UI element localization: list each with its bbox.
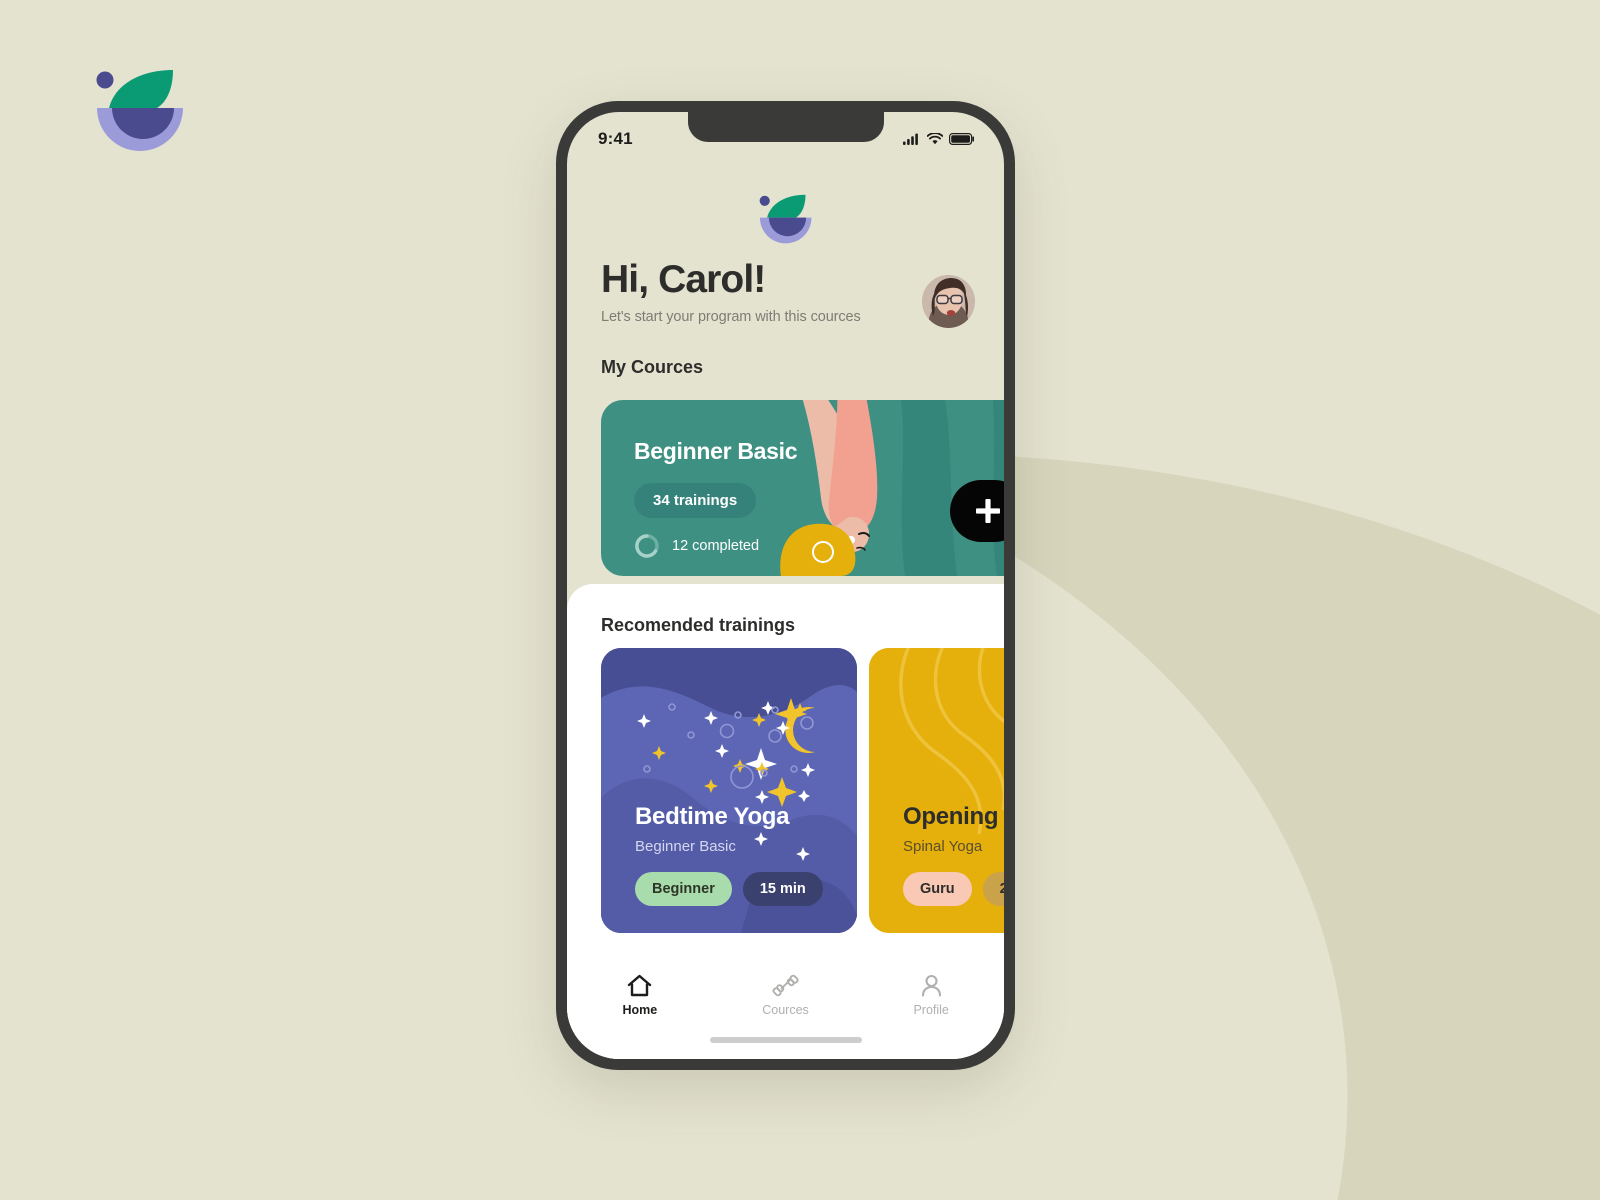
training-card-title: Bedtime Yoga <box>635 803 790 830</box>
add-course-button[interactable] <box>950 480 1004 542</box>
brand-logo <box>93 62 188 152</box>
nav-item-cources[interactable]: Cources <box>713 973 859 1017</box>
person-icon <box>921 974 941 997</box>
nav-item-profile[interactable]: Profile <box>858 973 1004 1017</box>
recommended-cards-row: Bedtime Yoga Beginner Basic Beginner 15 … <box>601 648 1004 933</box>
course-trainings-badge: 34 trainings <box>634 483 757 518</box>
phone-frame: 9:41 Hi, Carol! Let's start your program… <box>556 101 1015 1070</box>
training-level-badge: Guru <box>903 872 972 906</box>
course-card-beginner-basic[interactable]: Beginner Basic 34 trainings 12 completed <box>601 400 1004 576</box>
dumbbell-icon <box>772 974 799 997</box>
training-card-title: Opening <box>903 803 999 830</box>
nav-label-cources: Cources <box>762 1003 809 1017</box>
training-card-opening[interactable]: Opening Spinal Yoga Guru 25 <box>869 648 1004 933</box>
training-card-pills: Beginner 15 min <box>635 872 823 906</box>
status-bar: 9:41 <box>567 112 1004 158</box>
cellular-signal-icon <box>903 133 918 145</box>
plus-icon <box>976 499 1000 523</box>
training-card-subtitle: Spinal Yoga <box>903 838 983 855</box>
progress-ring-icon <box>635 534 659 558</box>
training-card-subtitle: Beginner Basic <box>635 838 736 855</box>
course-progress-row: 12 completed <box>634 533 759 559</box>
leaf-logo-icon <box>96 70 183 151</box>
nav-label-profile: Profile <box>913 1003 949 1017</box>
training-card-bedtime-yoga[interactable]: Bedtime Yoga Beginner Basic Beginner 15 … <box>601 648 857 933</box>
course-card-title: Beginner Basic <box>634 438 798 464</box>
nav-label-home: Home <box>622 1003 658 1017</box>
status-icons <box>903 133 975 145</box>
leaf-logo-icon <box>759 194 811 244</box>
app-content: Hi, Carol! Let's start your program with… <box>567 112 1004 1059</box>
page-title: Hi, Carol! <box>601 258 766 301</box>
training-duration-badge: 15 min <box>742 872 823 906</box>
my-courses-heading: My Cources <box>601 357 704 377</box>
app-logo <box>756 190 815 244</box>
training-level-badge: Beginner <box>635 872 732 906</box>
phone-screen: 9:41 Hi, Carol! Let's start your program… <box>567 112 1004 1059</box>
status-time: 9:41 <box>598 129 633 148</box>
page-subtitle: Let's start your program with this courc… <box>601 309 861 325</box>
bottom-nav: Home Cources Profile <box>567 959 1004 1059</box>
nav-item-home[interactable]: Home <box>567 973 713 1017</box>
greeting-block: Hi, Carol! Let's start your program with… <box>601 260 861 325</box>
battery-icon <box>949 133 974 145</box>
home-indicator[interactable] <box>709 1037 862 1043</box>
training-card-pills: Guru 25 <box>903 872 1004 906</box>
training-duration-badge: 25 <box>982 872 1004 906</box>
user-avatar-icon <box>922 275 975 328</box>
recommended-heading: Recomended trainings <box>601 615 796 635</box>
avatar[interactable] <box>922 275 975 328</box>
home-icon <box>628 974 652 997</box>
wifi-icon <box>927 133 943 145</box>
course-progress-label: 12 completed <box>672 538 760 554</box>
